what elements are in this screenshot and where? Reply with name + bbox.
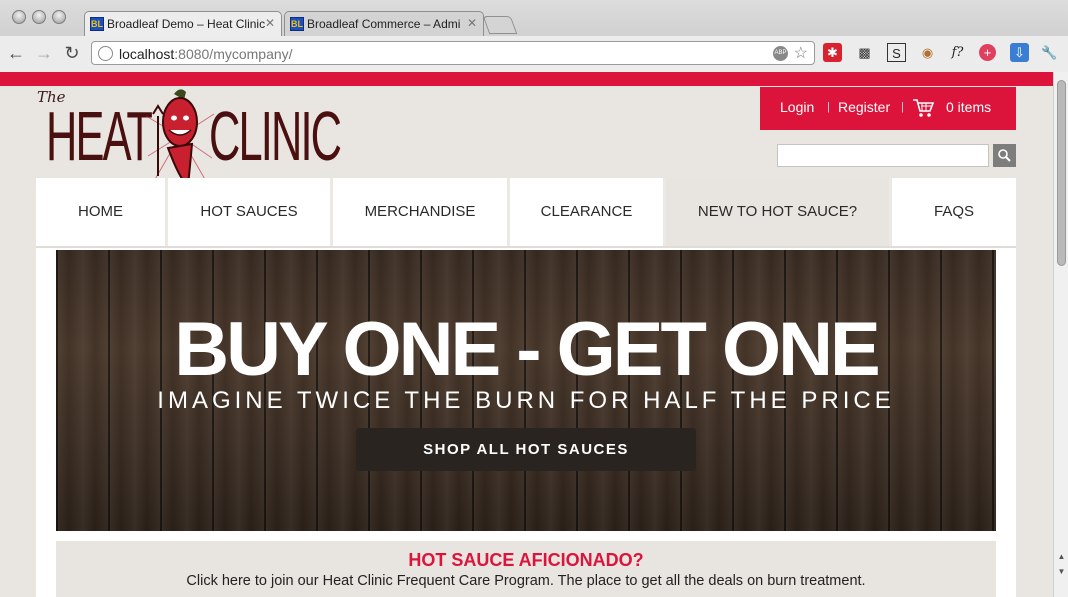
nav-new-to-hot-sauce[interactable]: NEW TO HOT SAUCE? — [666, 178, 892, 246]
back-arrow-icon[interactable]: ← — [6, 42, 26, 64]
nav-clearance[interactable]: CLEARANCE — [510, 178, 666, 246]
user-account-box: Login | Register | 0 items — [760, 87, 1016, 130]
lastpass-icon[interactable]: ✱ — [823, 43, 842, 62]
main-content: HOME HOT SAUCES MERCHANDISE CLEARANCE NE… — [36, 178, 1016, 597]
minimize-window-button[interactable] — [32, 10, 46, 24]
banner-headline: BUY ONE - GET ONE — [174, 307, 880, 392]
pepper-mascot-icon — [145, 89, 215, 186]
tab-heat-clinic[interactable]: BL Broadleaf Demo – Heat Clinic ✕ — [84, 11, 282, 36]
nav-merchandise[interactable]: MERCHANDISE — [333, 178, 510, 246]
logo-clinic: CLINIC — [209, 97, 342, 175]
address-bar[interactable]: localhost:8080/mycompany/ ABP ☆ — [91, 41, 815, 65]
shop-all-hot-sauces-button[interactable]: SHOP ALL HOT SAUCES — [356, 428, 696, 471]
nav-hot-sauces[interactable]: HOT SAUCES — [168, 178, 333, 246]
bookmark-star-icon[interactable]: ☆ — [794, 43, 808, 63]
broadleaf-favicon-icon: BL — [90, 17, 104, 31]
wrench-icon[interactable]: 🔧 — [1040, 43, 1059, 62]
globe-icon — [98, 46, 113, 61]
vertical-scrollbar[interactable]: ▲ ▼ — [1053, 72, 1068, 597]
tab-title: Broadleaf Demo – Heat Clinic — [107, 17, 266, 31]
separator: | — [901, 101, 904, 113]
tab-admin[interactable]: BL Broadleaf Commerce – Admi ✕ — [284, 11, 484, 36]
promo-title: HOT SAUCE AFICIONADO? — [408, 550, 644, 570]
logo-heat: HEAT — [46, 97, 153, 175]
close-icon[interactable]: ✕ — [265, 16, 275, 30]
cart-count[interactable]: 0 items — [946, 99, 991, 115]
adblock-icon[interactable]: ABP — [773, 46, 788, 61]
scroll-up-arrow-icon[interactable]: ▲ — [1054, 550, 1068, 563]
add-icon[interactable]: + — [979, 44, 996, 61]
aficionado-promo[interactable]: HOT SAUCE AFICIONADO? Click here to join… — [56, 541, 996, 597]
font-finder-icon[interactable]: f? — [948, 43, 967, 62]
forward-arrow-icon[interactable]: → — [34, 42, 54, 64]
cookie-icon[interactable]: ◉ — [918, 43, 937, 62]
main-navigation: HOME HOT SAUCES MERCHANDISE CLEARANCE NE… — [36, 178, 1016, 248]
url-text: localhost:8080/mycompany/ — [119, 46, 293, 62]
close-icon[interactable]: ✕ — [467, 16, 477, 30]
top-red-bar — [0, 72, 1053, 86]
search-button[interactable] — [993, 144, 1016, 167]
nav-faqs[interactable]: FAQS — [892, 178, 1016, 246]
tab-title: Broadleaf Commerce – Admi — [307, 17, 461, 31]
nav-home[interactable]: HOME — [36, 178, 168, 246]
page-content: The HEAT CLINIC Login | Register | 0 ite… — [0, 72, 1053, 597]
promo-text: Click here to join our Heat Clinic Frequ… — [186, 573, 866, 589]
reload-icon[interactable]: ↻ — [62, 42, 82, 64]
download-icon[interactable]: ⇩ — [1010, 43, 1029, 62]
search-icon — [998, 149, 1011, 162]
browser-chrome: BL Broadleaf Demo – Heat Clinic ✕ BL Bro… — [0, 0, 1068, 72]
scrollbar-thumb[interactable] — [1057, 80, 1066, 266]
search-input[interactable] — [777, 144, 989, 167]
new-tab-button[interactable] — [482, 16, 518, 34]
broadleaf-favicon-icon: BL — [290, 17, 304, 31]
register-link[interactable]: Register — [838, 99, 890, 115]
promo-banner[interactable]: BUY ONE - GET ONE IMAGINE TWICE THE BURN… — [56, 250, 996, 531]
extension-s-icon[interactable]: S — [887, 43, 906, 62]
heat-clinic-logo[interactable]: The HEAT CLINIC — [36, 88, 342, 186]
cart-icon[interactable] — [912, 98, 934, 118]
zoom-window-button[interactable] — [52, 10, 66, 24]
separator: | — [827, 101, 830, 113]
scroll-down-arrow-icon[interactable]: ▼ — [1054, 565, 1068, 578]
close-window-button[interactable] — [12, 10, 26, 24]
extension-icon[interactable]: ▩ — [855, 43, 874, 62]
banner-subhead: IMAGINE TWICE THE BURN FOR HALF THE PRIC… — [157, 387, 895, 414]
login-link[interactable]: Login — [780, 99, 814, 115]
